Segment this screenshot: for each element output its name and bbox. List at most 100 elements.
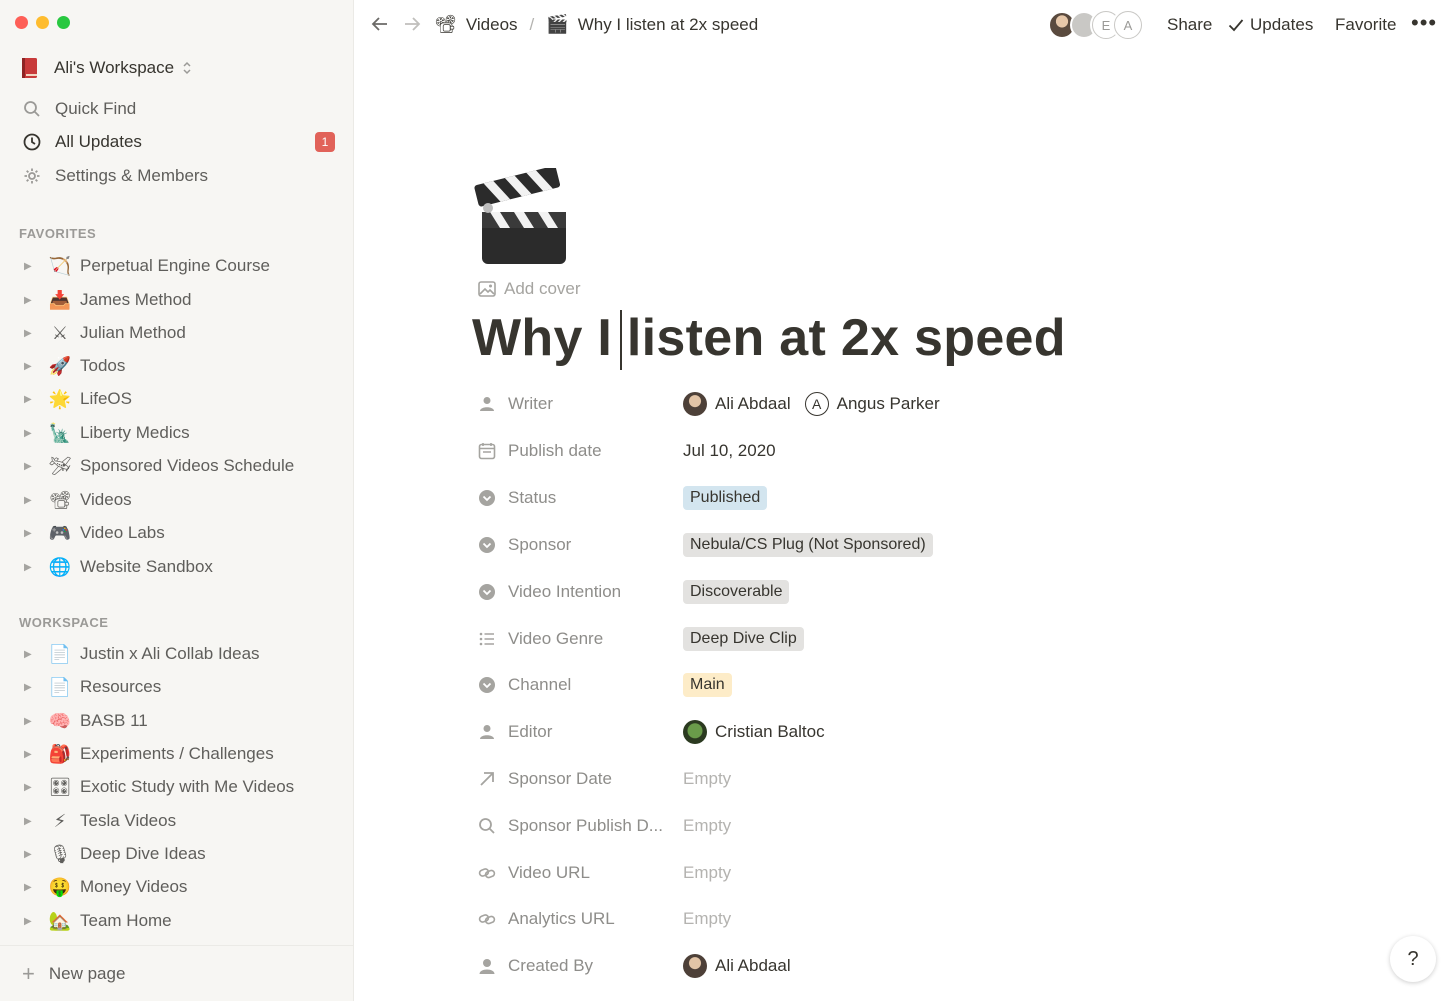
property-name: Status [508,488,557,507]
new-page-button[interactable]: + New page [0,945,354,1001]
sidebar-item-julian-method[interactable]: ▶ ⚔ Julian Method [0,318,354,348]
property-video-url[interactable]: Video URL Empty [476,853,1236,893]
sidebar-item-label: Sponsored Videos Schedule [80,456,295,475]
triangle-right-icon[interactable]: ▶ [24,562,38,573]
triangle-right-icon[interactable]: ▶ [24,782,38,793]
property-value[interactable]: Main [683,673,732,697]
property-publish-date[interactable]: Publish date Jul 10, 2020 [476,431,1236,471]
collaborator-avatars[interactable]: E A [1048,11,1142,39]
property-video-genre[interactable]: Video Genre Deep Dive Clip [476,619,1236,659]
sidebar-item-deep-dive-ideas[interactable]: ▶ 🎙 Deep Dive Ideas [0,839,354,869]
settings-members-button[interactable]: Settings & Members [22,166,208,186]
forward-arrow-icon[interactable] [402,14,422,40]
share-button[interactable]: Share [1167,15,1212,35]
sidebar-item-money-videos[interactable]: ▶ 🤑 Money Videos [0,872,354,902]
sidebar-item-video-labs[interactable]: ▶ 🎮 Video Labs [0,518,354,548]
clapper-board-icon[interactable] [472,168,572,268]
triangle-right-icon[interactable]: ▶ [24,682,38,693]
game-controller-icon: 🎮 [48,522,72,544]
search-icon [476,815,498,837]
person-chip[interactable]: Cristian Baltoc [683,720,825,744]
property-value[interactable]: Ali Abdaal [683,954,805,978]
sidebar-item-tesla-videos[interactable]: ▶ ⚡ Tesla Videos [0,806,354,836]
property-video-intention[interactable]: Video Intention Discoverable [476,572,1236,612]
sidebar-item-resources[interactable]: ▶ 📄 Resources [0,672,354,702]
all-updates-button[interactable]: All Updates [22,132,142,152]
sidebar-item-experiments-challenges[interactable]: ▶ 🎒 Experiments / Challenges [0,739,354,769]
help-button[interactable]: ? [1390,936,1436,982]
sidebar-item-exotic-study-with-me-videos[interactable]: ▶ 🎛 Exotic Study with Me Videos [0,772,354,802]
property-value[interactable]: Empty [683,769,731,789]
triangle-right-icon[interactable]: ▶ [24,716,38,727]
triangle-right-icon[interactable]: ▶ [24,649,38,660]
triangle-right-icon[interactable]: ▶ [24,394,38,405]
gear-icon [22,166,42,186]
sidebar-item-todos[interactable]: ▶ 🚀 Todos [0,351,354,381]
property-channel[interactable]: Channel Main [476,665,1236,705]
property-value[interactable]: Empty [683,863,731,883]
sidebar-item-perpetual-engine-course[interactable]: ▶ 🏹 Perpetual Engine Course [0,251,354,281]
property-status[interactable]: Status Published [476,478,1236,518]
house-icon: 🏡 [48,910,72,932]
property-sponsor-publish-date[interactable]: Sponsor Publish D... Empty [476,806,1236,846]
sidebar-item-label: James Method [80,290,192,309]
property-editor[interactable]: Editor Cristian Baltoc [476,712,1236,752]
triangle-right-icon[interactable]: ▶ [24,849,38,860]
person-chip[interactable]: A Angus Parker [804,392,940,416]
add-cover-button[interactable]: Add cover [478,279,581,299]
triangle-right-icon[interactable]: ▶ [24,328,38,339]
triangle-right-icon[interactable]: ▶ [24,816,38,827]
triangle-right-icon[interactable]: ▶ [24,749,38,760]
property-value[interactable]: Deep Dive Clip [683,627,804,651]
triangle-right-icon[interactable]: ▶ [24,361,38,372]
triangle-right-icon[interactable]: ▶ [24,916,38,927]
triangle-right-icon[interactable]: ▶ [24,295,38,306]
sidebar-item-sponsored-videos-schedule[interactable]: ▶ 🛩 Sponsored Videos Schedule [0,451,354,481]
property-value[interactable]: Nebula/CS Plug (Not Sponsored) [683,533,933,557]
property-sponsor-date[interactable]: Sponsor Date Empty [476,759,1236,799]
sidebar-item-videos[interactable]: ▶ 📽 Videos [0,485,354,515]
sidebar-item-label: Justin x Ali Collab Ideas [80,644,260,663]
triangle-right-icon[interactable]: ▶ [24,528,38,539]
property-value[interactable]: Cristian Baltoc [683,720,839,744]
triangle-right-icon[interactable]: ▶ [24,495,38,506]
back-arrow-icon[interactable] [370,14,390,40]
more-options-icon[interactable]: ••• [1411,10,1437,36]
breadcrumb-videos[interactable]: Videos [466,15,518,35]
triangle-right-icon[interactable]: ▶ [24,461,38,472]
person-chip[interactable]: Ali Abdaal [683,954,791,978]
favorite-button[interactable]: Favorite [1335,15,1396,35]
breadcrumb-current-page[interactable]: Why I listen at 2x speed [578,15,758,35]
page-title[interactable]: Why I listen at 2x speed [472,308,1066,368]
triangle-right-icon[interactable]: ▶ [24,261,38,272]
updates-button[interactable]: Updates [1228,15,1313,35]
property-value[interactable]: Published [683,486,768,510]
sidebar-item-james-method[interactable]: ▶ 📥 James Method [0,285,354,315]
sidebar-item-basb-11[interactable]: ▶ 🧠 BASB 11 [0,706,354,736]
minimize-window-button[interactable] [36,16,49,29]
quick-find-button[interactable]: Quick Find [22,99,136,119]
workspace-switcher[interactable]: Ali's Workspace [20,57,192,79]
property-value[interactable]: Jul 10, 2020 [683,441,776,461]
zoom-window-button[interactable] [57,16,70,29]
arrow-up-right-icon [476,768,498,790]
sidebar-item-lifeos[interactable]: ▶ 🌟 LifeOS [0,384,354,414]
sidebar-item-justin-x-ali-collab-ideas[interactable]: ▶ 📄 Justin x Ali Collab Ideas [0,639,354,669]
property-value[interactable]: Empty [683,816,731,836]
property-sponsor[interactable]: Sponsor Nebula/CS Plug (Not Sponsored) [476,525,1236,565]
triangle-right-icon[interactable]: ▶ [24,882,38,893]
property-created-by[interactable]: Created By Ali Abdaal [476,946,1236,986]
sidebar-item-team-home[interactable]: ▶ 🏡 Team Home [0,906,354,936]
property-writer[interactable]: Writer Ali Abdaal A Angus Parker [476,384,1236,424]
person-chip[interactable]: Ali Abdaal [683,392,791,416]
close-window-button[interactable] [15,16,28,29]
property-analytics-url[interactable]: Analytics URL Empty [476,899,1236,939]
property-value[interactable]: Ali Abdaal A Angus Parker [683,392,954,416]
property-value[interactable]: Empty [683,909,731,929]
bow-arrow-icon: 🏹 [48,255,72,277]
triangle-right-icon[interactable]: ▶ [24,428,38,439]
sidebar-item-website-sandbox[interactable]: ▶ 🌐 Website Sandbox [0,552,354,582]
property-value[interactable]: Discoverable [683,580,790,604]
image-icon [478,281,496,297]
sidebar-item-liberty-medics[interactable]: ▶ 🗽 Liberty Medics [0,418,354,448]
